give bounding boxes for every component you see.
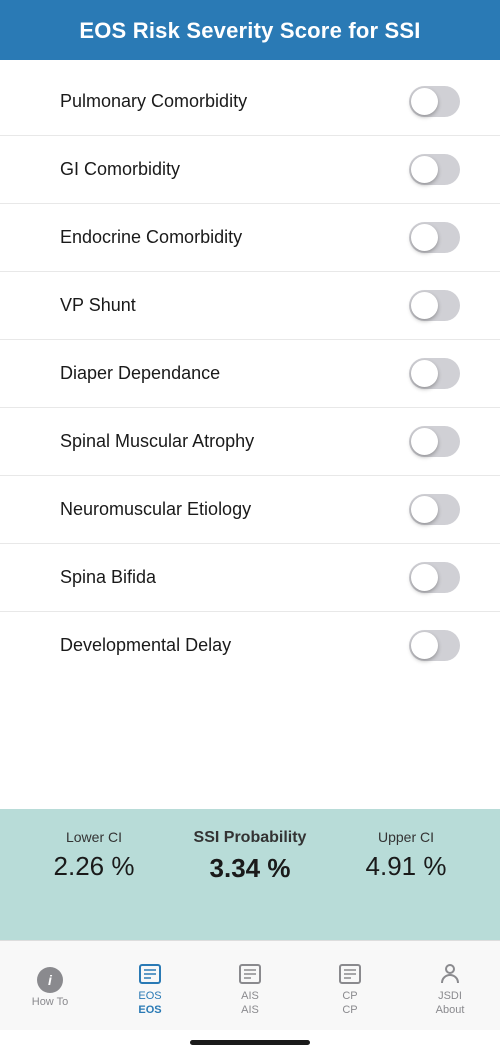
home-indicator <box>0 1030 500 1054</box>
ssi-value: 3.34 % <box>172 853 328 884</box>
toggle-switch-developmental[interactable] <box>409 630 460 661</box>
toggle-row-endocrine: Endocrine Comorbidity <box>0 204 500 272</box>
toggle-switch-diaper[interactable] <box>409 358 460 389</box>
upper-ci-label: Upper CI <box>328 829 484 845</box>
nav-how-to-top-label: How To <box>32 996 68 1008</box>
toggle-row-gi: GI Comorbidity <box>0 136 500 204</box>
toggle-switch-endocrine[interactable] <box>409 222 460 253</box>
nav-jsdi-top-label: JSDI <box>438 990 462 1002</box>
nav-ais-bottom-label: AIS <box>241 1004 259 1016</box>
toggle-label-spinal_muscular: Spinal Muscular Atrophy <box>60 431 254 452</box>
toggle-label-pulmonary: Pulmonary Comorbidity <box>60 91 247 112</box>
toggle-switch-spina_bifida[interactable] <box>409 562 460 593</box>
toggle-label-endocrine: Endocrine Comorbidity <box>60 227 242 248</box>
nav-eos-bottom-label: EOS <box>138 1004 161 1016</box>
toggle-switch-vp_shunt[interactable] <box>409 290 460 321</box>
toggle-label-neuromuscular: Neuromuscular Etiology <box>60 499 251 520</box>
bottom-nav: i How To EOS EOS AIS AIS <box>0 940 500 1030</box>
toggle-label-spina_bifida: Spina Bifida <box>60 567 156 588</box>
nav-item-cp[interactable]: CP CP <box>300 956 400 1020</box>
header-title: EOS Risk Severity Score for SSI <box>79 18 420 43</box>
toggle-thumb-spina_bifida <box>411 564 438 591</box>
toggle-thumb-developmental <box>411 632 438 659</box>
nav-item-how-to[interactable]: i How To <box>0 962 100 1014</box>
results-spacer <box>0 900 500 940</box>
toggle-thumb-vp_shunt <box>411 292 438 319</box>
toggle-thumb-diaper <box>411 360 438 387</box>
ssi-label: SSI Probability <box>172 829 328 847</box>
toggle-thumb-spinal_muscular <box>411 428 438 455</box>
eos-nav-icon <box>136 960 164 988</box>
info-icon: i <box>36 966 64 994</box>
lower-ci-value: 2.26 % <box>16 851 172 882</box>
results-row: Lower CI 2.26 % SSI Probability 3.34 % U… <box>16 829 484 884</box>
toggle-row-spinal_muscular: Spinal Muscular Atrophy <box>0 408 500 476</box>
toggle-label-diaper: Diaper Dependance <box>60 363 220 384</box>
toggle-label-developmental: Developmental Delay <box>60 635 231 656</box>
home-bar <box>190 1040 310 1045</box>
nav-eos-top-label: EOS <box>138 990 161 1002</box>
toggle-switch-pulmonary[interactable] <box>409 86 460 117</box>
nav-ais-top-label: AIS <box>241 990 259 1002</box>
toggle-thumb-pulmonary <box>411 88 438 115</box>
nav-item-eos[interactable]: EOS EOS <box>100 956 200 1020</box>
toggle-row-pulmonary: Pulmonary Comorbidity <box>0 68 500 136</box>
toggle-label-vp_shunt: VP Shunt <box>60 295 136 316</box>
upper-ci-value: 4.91 % <box>328 851 484 882</box>
toggle-switch-gi[interactable] <box>409 154 460 185</box>
toggle-thumb-gi <box>411 156 438 183</box>
nav-jsdi-bottom-label: About <box>436 1004 465 1016</box>
toggle-label-gi: GI Comorbidity <box>60 159 180 180</box>
person-icon <box>436 960 464 988</box>
toggle-row-developmental: Developmental Delay <box>0 612 500 679</box>
toggle-row-spina_bifida: Spina Bifida <box>0 544 500 612</box>
toggle-list: Pulmonary Comorbidity GI Comorbidity Endoc… <box>0 68 500 679</box>
ssi-probability-item: SSI Probability 3.34 % <box>172 829 328 884</box>
nav-cp-top-label: CP <box>342 990 357 1002</box>
ais-nav-icon <box>236 960 264 988</box>
cp-nav-icon <box>336 960 364 988</box>
toggle-row-diaper: Diaper Dependance <box>0 340 500 408</box>
nav-cp-bottom-label: CP <box>342 1004 357 1016</box>
upper-ci-item: Upper CI 4.91 % <box>328 829 484 882</box>
nav-item-about[interactable]: JSDI About <box>400 956 500 1020</box>
toggle-switch-spinal_muscular[interactable] <box>409 426 460 457</box>
nav-item-ais[interactable]: AIS AIS <box>200 956 300 1020</box>
lower-ci-item: Lower CI 2.26 % <box>16 829 172 882</box>
toggle-switch-neuromuscular[interactable] <box>409 494 460 525</box>
toggle-row-neuromuscular: Neuromuscular Etiology <box>0 476 500 544</box>
lower-ci-label: Lower CI <box>16 829 172 845</box>
toggle-thumb-neuromuscular <box>411 496 438 523</box>
results-section: Lower CI 2.26 % SSI Probability 3.34 % U… <box>0 809 500 900</box>
toggle-thumb-endocrine <box>411 224 438 251</box>
main-content: Pulmonary Comorbidity GI Comorbidity Endoc… <box>0 60 500 809</box>
toggle-row-vp_shunt: VP Shunt <box>0 272 500 340</box>
app-header: EOS Risk Severity Score for SSI <box>0 0 500 60</box>
